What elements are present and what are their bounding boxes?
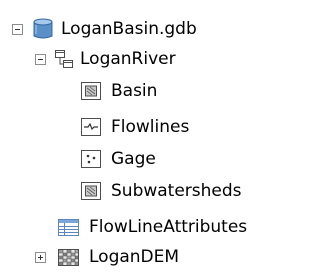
feature-class-label: Gage — [111, 149, 156, 169]
feature-class-label: Basin — [111, 81, 158, 101]
feature-class-label: Flowlines — [111, 117, 190, 137]
expand-toggle-icon[interactable] — [35, 251, 46, 263]
tree-item-feature-dataset[interactable]: LoganRiver — [35, 45, 176, 73]
feature-dataset-label: LoganRiver — [80, 49, 176, 69]
tree-item-geodatabase[interactable]: LoganBasin.gdb — [12, 15, 197, 43]
table-icon — [58, 218, 79, 236]
raster-label: LoganDEM — [89, 247, 180, 267]
point-feature-class-icon — [81, 150, 101, 168]
feature-class-label: Subwatersheds — [111, 181, 242, 201]
collapse-toggle-icon[interactable] — [35, 53, 46, 65]
tree-item-basin[interactable]: Basin — [81, 77, 157, 105]
feature-dataset-icon — [55, 50, 73, 68]
collapse-toggle-icon[interactable] — [12, 23, 23, 35]
table-label: FlowLineAttributes — [89, 217, 248, 237]
geodatabase-label: LoganBasin.gdb — [61, 19, 197, 39]
line-feature-class-icon — [81, 118, 101, 136]
raster-icon — [58, 248, 79, 266]
database-icon — [33, 18, 53, 39]
tree-item-table[interactable]: FlowLineAttributes — [58, 213, 247, 241]
tree-item-flowlines[interactable]: Flowlines — [81, 113, 189, 141]
tree-item-raster[interactable]: LoganDEM — [35, 243, 179, 271]
polygon-feature-class-icon — [81, 82, 101, 100]
tree-item-subwatersheds[interactable]: Subwatersheds — [81, 177, 242, 205]
tree-item-gage[interactable]: Gage — [81, 145, 156, 173]
polygon-feature-class-icon — [81, 182, 101, 200]
